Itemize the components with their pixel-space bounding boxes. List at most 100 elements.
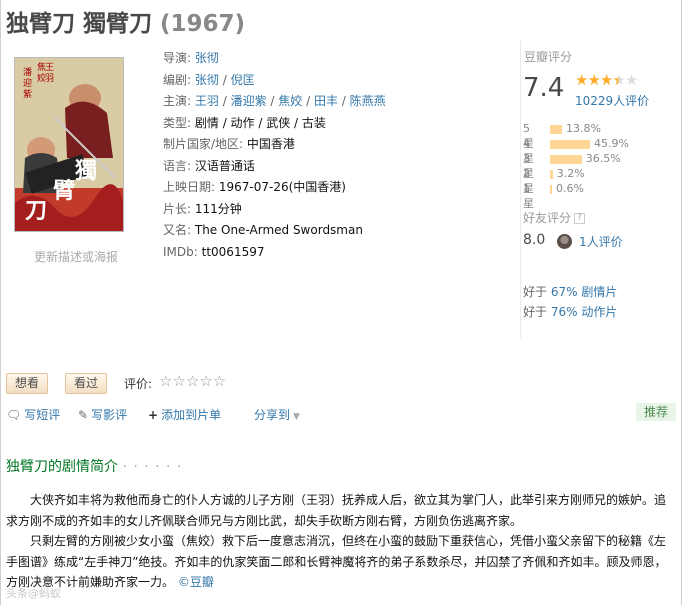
- friend-score: 8.0: [523, 232, 546, 248]
- star-icon: ★: [599, 71, 613, 89]
- better-prefix: 好于: [523, 305, 548, 319]
- better-than-row: 好于 76% 动作片: [523, 302, 617, 322]
- rating-stars: ★★★★★: [575, 71, 638, 89]
- watermark: 头条@蚂蚁: [6, 587, 61, 600]
- writer-link[interactable]: 张彻: [195, 73, 219, 87]
- source-link[interactable]: ©豆瓣: [178, 575, 214, 589]
- release-value: 1967-07-26(中国香港): [218, 180, 346, 194]
- summary-paragraph-text: 只剩左臂的方刚被少女小蛮（焦姣）救下后一度意志消沉，但终在小蛮的鼓励下重获信心，…: [6, 534, 667, 589]
- rate-stars-input[interactable]: ☆☆☆☆☆: [159, 372, 226, 390]
- movie-title: 独臂刀 獨臂刀: [6, 11, 153, 37]
- review-link[interactable]: 写影评: [91, 408, 127, 422]
- cast-link[interactable]: 田丰: [314, 94, 338, 108]
- director-label: 导演:: [163, 51, 192, 65]
- genre-value: 剧情 / 动作 / 武侠 / 古装: [194, 115, 326, 130]
- distribution-percent: 0.6%: [556, 182, 584, 195]
- poster-char: 紫: [23, 89, 32, 100]
- help-icon[interactable]: ?: [574, 213, 586, 224]
- imdb-row: IMDb: tt0061597: [163, 242, 386, 264]
- comment-icon: 🗨: [6, 408, 22, 422]
- share-dropdown[interactable]: 分享到 ▼: [254, 406, 300, 423]
- release-label: 上映日期:: [163, 180, 216, 194]
- votes-link[interactable]: 10229人评价: [575, 92, 649, 109]
- writer-label: 编剧:: [163, 72, 192, 87]
- distribution-percent: 3.2%: [556, 167, 585, 180]
- update-poster-link[interactable]: 更新描述或海报: [34, 248, 118, 265]
- better-genre-link[interactable]: 动作片: [581, 305, 617, 319]
- star-icon: ★: [587, 71, 600, 89]
- cast-link[interactable]: 焦姣: [278, 94, 302, 108]
- language-label: 语言:: [163, 158, 192, 173]
- friend-label-text: 好友评分: [523, 211, 572, 225]
- writer-link[interactable]: 倪匡: [231, 73, 255, 87]
- release-row: 上映日期: 1967-07-26(中国香港): [163, 177, 386, 199]
- poster-image: 潘 迎 紫 王 羽 焦 姣 獨 臂 刀: [15, 58, 123, 231]
- poster-char: 潘: [23, 66, 32, 78]
- want-to-watch-button[interactable]: 想看: [6, 373, 49, 394]
- avatar[interactable]: [557, 234, 572, 249]
- language-value: 汉语普通话: [194, 158, 255, 173]
- rating-score: 7.4: [523, 73, 565, 103]
- summary-body: 大侠齐如丰将为救他而身亡的仆人方诚的儿子方刚（王羽）抚养成人后，欲立其为掌门人，…: [6, 490, 674, 593]
- star-icon: ★: [612, 71, 625, 89]
- rate-label: 评价:: [124, 377, 153, 391]
- imdb-label: IMDb:: [163, 244, 198, 259]
- cast-link[interactable]: 王羽: [195, 94, 219, 108]
- friend-count-link[interactable]: 1人评价: [579, 233, 623, 250]
- cast-row: 主演: 王羽 / 潘迎紫 / 焦姣 / 田丰 / 陈燕燕: [163, 94, 386, 108]
- friend-rating-label: 好友评分?: [523, 209, 586, 226]
- pencil-icon: ✎: [78, 408, 89, 422]
- runtime-label: 片长:: [163, 201, 192, 216]
- rating-label: 豆瓣评分: [524, 50, 573, 64]
- poster-char: 獨: [74, 159, 97, 184]
- poster-char: 迎: [23, 77, 32, 89]
- cast-link[interactable]: 陈燕燕: [350, 94, 386, 108]
- better-prefix: 好于: [523, 285, 548, 299]
- write-short-review[interactable]: 🗨 写短评: [6, 406, 60, 423]
- summary-dots: · · · · · ·: [122, 459, 183, 475]
- page-title: 独臂刀 獨臂刀 (1967): [6, 4, 245, 38]
- distribution-bar: [550, 185, 552, 194]
- chevron-down-icon: ▼: [293, 412, 300, 422]
- imdb-value: tt0061597: [201, 244, 265, 259]
- poster-char: 姣: [37, 72, 46, 84]
- movie-poster[interactable]: 潘 迎 紫 王 羽 焦 姣 獨 臂 刀: [14, 57, 124, 232]
- add-list-link[interactable]: 添加到片单: [161, 408, 221, 422]
- movie-year: (1967): [160, 11, 246, 37]
- star-icon: ★: [624, 71, 638, 89]
- runtime-value: 111分钟: [194, 201, 242, 216]
- poster-char: 刀: [25, 199, 47, 224]
- summary-title-text: 独臂刀的剧情简介: [6, 459, 118, 475]
- plus-icon: +: [148, 408, 159, 422]
- better-percent-link[interactable]: 76%: [551, 305, 578, 319]
- distribution-star-label: 1星: [523, 182, 534, 210]
- short-review-link[interactable]: 写短评: [24, 408, 60, 422]
- distribution-percent: 13.8%: [566, 122, 601, 135]
- better-percent-link[interactable]: 67%: [551, 285, 578, 299]
- director-link[interactable]: 张彻: [195, 51, 219, 65]
- aka-row: 又名: The One-Armed Swordsman: [163, 220, 386, 242]
- region-row: 制片国家/地区: 中国香港: [163, 134, 386, 156]
- genre-label: 类型:: [163, 115, 192, 130]
- poster-char: 羽: [45, 73, 54, 84]
- distribution-bar: [550, 140, 590, 149]
- distribution-percent: 45.9%: [594, 137, 629, 150]
- share-link[interactable]: 分享到: [254, 408, 290, 422]
- cast-link[interactable]: 潘迎紫: [231, 94, 267, 108]
- rating-panel: 豆瓣评分 7.4 ★★★★★ 10229人评价 5星 13.8% 4星 45.9% 3星…: [520, 40, 670, 338]
- poster-char: 焦: [37, 61, 46, 73]
- distribution-percent: 36.5%: [585, 152, 621, 165]
- watched-button[interactable]: 看过: [65, 373, 108, 394]
- movie-info: 导演: 张彻 编剧: 张彻 / 倪匡 主演: 王羽 / 潘迎紫 / 焦姣 / 田…: [163, 48, 386, 263]
- distribution-bar: [550, 155, 582, 164]
- add-to-list[interactable]: + 添加到片单: [148, 406, 221, 423]
- runtime-row: 片长: 111分钟: [163, 199, 386, 221]
- poster-char: 臂: [53, 178, 75, 204]
- better-genre-link[interactable]: 剧情片: [581, 285, 617, 299]
- better-than: 好于 67% 剧情片 好于 76% 动作片: [523, 282, 617, 322]
- write-review[interactable]: ✎ 写影评: [78, 406, 127, 423]
- genre-row: 类型: 剧情 / 动作 / 武侠 / 古装: [163, 113, 386, 135]
- distribution-bar: [550, 170, 553, 179]
- distribution-bar: [550, 125, 563, 134]
- recommend-button[interactable]: 推荐: [636, 403, 676, 421]
